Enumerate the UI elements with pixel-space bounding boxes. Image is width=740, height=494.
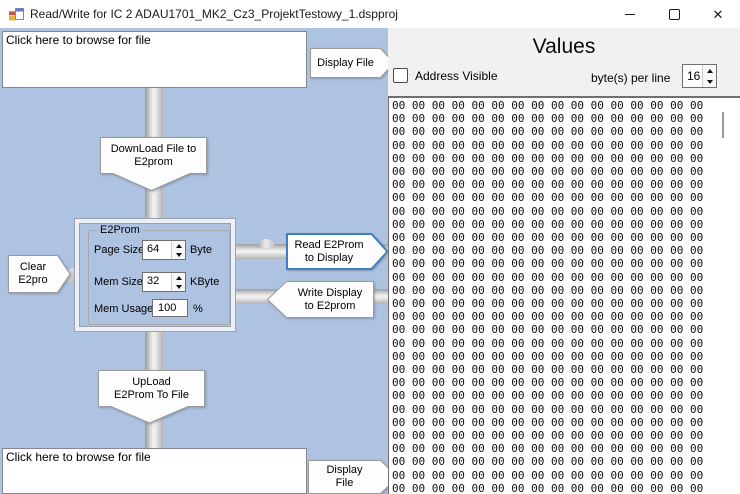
flow-diagram-panel: Click here to browse for file Display Fi… <box>0 28 389 494</box>
bytes-per-line-label: byte(s) per line <box>591 71 670 85</box>
mem-size-value[interactable]: 32 <box>143 273 171 291</box>
hex-row: 00 00 00 00 00 00 00 00 00 00 00 00 00 0… <box>392 337 740 350</box>
hex-row: 00 00 00 00 00 00 00 00 00 00 00 00 00 0… <box>392 257 740 270</box>
hex-row: 00 00 00 00 00 00 00 00 00 00 00 00 00 0… <box>392 469 740 482</box>
hex-row: 00 00 00 00 00 00 00 00 00 00 00 00 00 0… <box>392 455 740 468</box>
page-size-value[interactable]: 64 <box>143 241 171 259</box>
hex-row: 00 00 00 00 00 00 00 00 00 00 00 00 00 0… <box>392 323 740 336</box>
hex-row: 00 00 00 00 00 00 00 00 00 00 00 00 00 0… <box>392 297 740 310</box>
address-visible-label: Address Visible <box>415 69 498 83</box>
caption-buttons: ✕ <box>608 0 740 28</box>
app-window: Read/Write for IC 2 ADAU1701_MK2_Cz3_Pro… <box>0 0 740 494</box>
bytes-per-line-stepper[interactable]: 16 <box>682 64 717 88</box>
target-file-input[interactable]: Click here to browse for file <box>2 448 307 494</box>
values-title: Values <box>388 35 740 59</box>
page-size-up-button[interactable] <box>172 241 185 250</box>
mem-usage-unit: % <box>193 303 203 315</box>
clear-e2prom-button[interactable]: Clear E2pro <box>8 255 71 293</box>
e2prom-groupbox: E2Prom Page Size 64 Byte Mem Size 32 <box>88 230 230 325</box>
mem-size-label: Mem Size <box>94 276 143 288</box>
mem-usage-label: Mem Usage <box>94 303 153 315</box>
read-e2prom-button[interactable]: Read E2Prom to Display <box>286 233 389 270</box>
hex-scrollbar-thumb[interactable] <box>722 112 724 138</box>
hex-row: 00 00 00 00 00 00 00 00 00 00 00 00 00 0… <box>392 429 740 442</box>
source-file-input[interactable]: Click here to browse for file <box>2 31 307 88</box>
display-file-bottom-button[interactable]: Display File <box>308 460 399 494</box>
maximize-button[interactable] <box>652 0 696 28</box>
hex-row: 00 00 00 00 00 00 00 00 00 00 00 00 00 0… <box>392 376 740 389</box>
hex-row: 00 00 00 00 00 00 00 00 00 00 00 00 00 0… <box>392 363 740 376</box>
e2prom-groupbox-title: E2Prom <box>97 224 143 236</box>
e2prom-settings-panel: E2Prom Page Size 64 Byte Mem Size 32 <box>74 218 236 332</box>
hex-rows: 00 00 00 00 00 00 00 00 00 00 00 00 00 0… <box>389 98 740 494</box>
hex-row: 00 00 00 00 00 00 00 00 00 00 00 00 00 0… <box>392 125 740 138</box>
hex-row: 00 00 00 00 00 00 00 00 00 00 00 00 00 0… <box>392 152 740 165</box>
mem-size-up-button[interactable] <box>172 273 185 282</box>
hex-row: 00 00 00 00 00 00 00 00 00 00 00 00 00 0… <box>392 205 740 218</box>
app-icon <box>8 6 24 22</box>
close-button[interactable]: ✕ <box>696 0 740 28</box>
page-size-down-button[interactable] <box>172 250 185 259</box>
hex-row: 00 00 00 00 00 00 00 00 00 00 00 00 00 0… <box>392 403 740 416</box>
down-arrow-icon <box>707 80 713 84</box>
minimize-button[interactable] <box>608 0 652 28</box>
hex-row: 00 00 00 00 00 00 00 00 00 00 00 00 00 0… <box>392 350 740 363</box>
page-size-unit: Byte <box>190 244 212 256</box>
hex-row: 00 00 00 00 00 00 00 00 00 00 00 00 00 0… <box>392 482 740 494</box>
display-file-top-button[interactable]: Display File <box>310 48 395 78</box>
hex-display[interactable]: 00 00 00 00 00 00 00 00 00 00 00 00 00 0… <box>388 96 740 494</box>
download-file-button[interactable]: DownLoad File to E2prom <box>100 137 207 192</box>
hex-row: 00 00 00 00 00 00 00 00 00 00 00 00 00 0… <box>392 271 740 284</box>
bytes-per-line-up-button[interactable] <box>703 65 716 76</box>
title-bar: Read/Write for IC 2 ADAU1701_MK2_Cz3_Pro… <box>0 0 740 28</box>
hex-row: 00 00 00 00 00 00 00 00 00 00 00 00 00 0… <box>392 218 740 231</box>
down-arrow-icon <box>176 285 182 289</box>
upload-e2prom-button[interactable]: UpLoad E2Prom To File <box>98 370 205 424</box>
hex-row: 00 00 00 00 00 00 00 00 00 00 00 00 00 0… <box>392 416 740 429</box>
page-size-label: Page Size <box>94 244 144 256</box>
values-panel: Values Address Visible byte(s) per line … <box>388 28 740 494</box>
minimize-icon <box>625 14 635 15</box>
mem-size-unit: KByte <box>190 276 219 288</box>
hex-row: 00 00 00 00 00 00 00 00 00 00 00 00 00 0… <box>392 99 740 112</box>
hex-row: 00 00 00 00 00 00 00 00 00 00 00 00 00 0… <box>392 191 740 204</box>
up-arrow-icon <box>707 69 713 73</box>
hex-row: 00 00 00 00 00 00 00 00 00 00 00 00 00 0… <box>392 389 740 402</box>
mem-usage-field[interactable]: 100 <box>152 299 188 317</box>
address-visible-row: Address Visible <box>393 68 498 83</box>
hex-row: 00 00 00 00 00 00 00 00 00 00 00 00 00 0… <box>392 284 740 297</box>
page-size-stepper[interactable]: 64 <box>142 240 186 260</box>
window-title: Read/Write for IC 2 ADAU1701_MK2_Cz3_Pro… <box>30 7 398 21</box>
up-arrow-icon <box>176 276 182 280</box>
pipe-connector-bump <box>257 239 275 248</box>
address-visible-checkbox[interactable] <box>393 68 408 83</box>
bytes-per-line-down-button[interactable] <box>703 76 716 87</box>
mem-size-down-button[interactable] <box>172 282 185 291</box>
close-icon: ✕ <box>713 8 724 21</box>
hex-row: 00 00 00 00 00 00 00 00 00 00 00 00 00 0… <box>392 310 740 323</box>
hex-row: 00 00 00 00 00 00 00 00 00 00 00 00 00 0… <box>392 112 740 125</box>
mem-size-stepper[interactable]: 32 <box>142 272 186 292</box>
hex-row: 00 00 00 00 00 00 00 00 00 00 00 00 00 0… <box>392 165 740 178</box>
up-arrow-icon <box>176 244 182 248</box>
bytes-per-line-value[interactable]: 16 <box>683 65 702 87</box>
down-arrow-icon <box>176 253 182 257</box>
hex-row: 00 00 00 00 00 00 00 00 00 00 00 00 00 0… <box>392 139 740 152</box>
hex-row: 00 00 00 00 00 00 00 00 00 00 00 00 00 0… <box>392 178 740 191</box>
write-display-button[interactable]: Write Display to E2prom <box>267 281 374 318</box>
hex-row: 00 00 00 00 00 00 00 00 00 00 00 00 00 0… <box>392 442 740 455</box>
maximize-icon <box>669 9 680 20</box>
hex-row: 00 00 00 00 00 00 00 00 00 00 00 00 00 0… <box>392 244 740 257</box>
hex-row: 00 00 00 00 00 00 00 00 00 00 00 00 00 0… <box>392 231 740 244</box>
